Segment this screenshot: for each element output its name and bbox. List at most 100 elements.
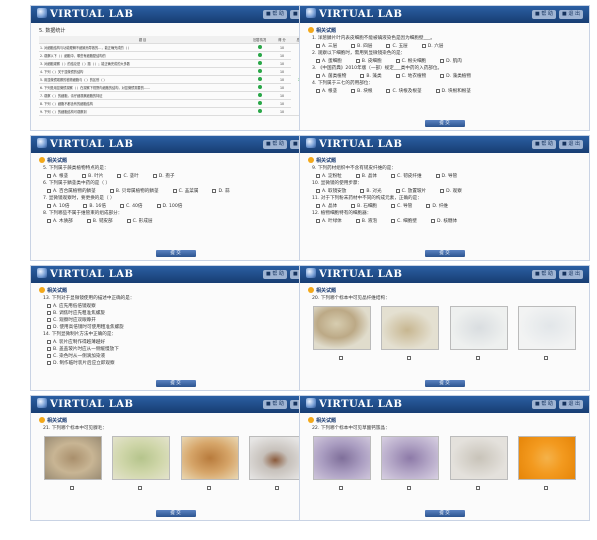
option[interactable]: A. 10倍 xyxy=(47,203,69,209)
option[interactable]: D. 观察 xyxy=(440,188,462,194)
checkbox[interactable] xyxy=(274,486,279,490)
checkbox[interactable] xyxy=(435,174,440,178)
option[interactable]: B. 16倍 xyxy=(83,203,106,209)
checkbox[interactable] xyxy=(426,204,431,208)
checkbox[interactable] xyxy=(172,189,177,193)
checkbox[interactable] xyxy=(355,174,360,178)
option[interactable]: D. 核糖体 xyxy=(430,218,457,224)
checkbox[interactable] xyxy=(360,74,365,78)
option[interactable]: C. 40倍 xyxy=(119,203,143,209)
option[interactable]: B. 块根 xyxy=(351,88,372,94)
checkbox[interactable] xyxy=(351,44,356,48)
checkbox[interactable] xyxy=(156,204,161,208)
exit-button[interactable]: ■ 退 出 xyxy=(559,400,583,409)
checkbox[interactable] xyxy=(47,361,51,365)
option[interactable]: D. 100倍 xyxy=(156,203,182,209)
option[interactable]: A. 菌类植物 xyxy=(316,73,346,79)
option[interactable]: A. 蛋细胞 xyxy=(316,58,342,64)
option[interactable]: D. 藻类植物 xyxy=(440,73,471,79)
option[interactable]: B. 藻类 xyxy=(360,73,382,79)
exit-button[interactable]: ■ 退 出 xyxy=(559,140,583,149)
option[interactable]: D. 块根和根茎 xyxy=(435,88,471,94)
option[interactable]: C. 观察时应双眼睁开 xyxy=(47,317,312,323)
checkbox[interactable] xyxy=(395,59,400,63)
option[interactable]: D. 导管 xyxy=(435,173,457,179)
checkbox[interactable] xyxy=(47,189,51,193)
checkbox[interactable] xyxy=(316,174,320,178)
checkbox[interactable] xyxy=(316,44,320,48)
submit-button[interactable]: 提 交 xyxy=(424,250,465,257)
checkbox[interactable] xyxy=(109,189,114,193)
checkbox[interactable] xyxy=(70,486,75,490)
checkbox[interactable] xyxy=(440,189,445,193)
checkbox[interactable] xyxy=(475,356,480,360)
checkbox[interactable] xyxy=(386,44,391,48)
checkbox[interactable] xyxy=(316,219,320,223)
checkbox[interactable] xyxy=(212,189,217,193)
checkbox[interactable] xyxy=(355,59,360,63)
checkbox[interactable] xyxy=(543,356,548,360)
checkbox[interactable] xyxy=(47,347,51,351)
option[interactable]: A. 百合属植物的鳞茎 xyxy=(47,188,96,194)
option[interactable]: B. 盖盖玻片时应从一侧缓慢放下 xyxy=(47,346,312,352)
help-button[interactable]: ■ 帮 助 xyxy=(532,270,556,279)
submit-button[interactable]: 提 交 xyxy=(424,380,465,387)
exit-button[interactable]: ■ 退 出 xyxy=(559,270,583,279)
option[interactable]: D. 使用高倍镜时可使用粗准焦螺旋 xyxy=(47,324,312,330)
option[interactable]: B. 调焦时应先粗准焦螺旋 xyxy=(47,310,312,316)
option[interactable]: B. 皮细胞 xyxy=(355,58,382,64)
checkbox[interactable] xyxy=(391,204,396,208)
option[interactable]: B. 对光 xyxy=(360,188,382,194)
help-button[interactable]: ■ 帮 助 xyxy=(263,400,287,409)
option[interactable]: A. 装片应制作得越薄越好 xyxy=(47,339,312,345)
checkbox[interactable] xyxy=(86,219,91,223)
checkbox[interactable] xyxy=(355,219,360,223)
option[interactable]: B. 液泡 xyxy=(355,218,377,224)
checkbox[interactable] xyxy=(421,44,426,48)
checkbox[interactable] xyxy=(391,219,396,223)
checkbox[interactable] xyxy=(119,204,124,208)
option[interactable]: A. 晶体 xyxy=(316,203,337,209)
checkbox[interactable] xyxy=(47,354,51,358)
option[interactable]: C. 块根及根茎 xyxy=(386,88,422,94)
option[interactable]: B. 贝母属植物的鳞茎 xyxy=(109,188,159,194)
checkbox[interactable] xyxy=(117,174,122,178)
checkbox[interactable] xyxy=(395,74,400,78)
option[interactable]: B. 晶体 xyxy=(355,173,377,179)
option[interactable]: D. 六层 xyxy=(421,43,443,49)
checkbox[interactable] xyxy=(126,219,131,223)
checkbox[interactable] xyxy=(386,89,391,93)
checkbox[interactable] xyxy=(47,325,51,329)
option[interactable]: D. 制作临时装片后应立即观察 xyxy=(47,360,312,366)
option[interactable]: C. 导管 xyxy=(391,203,412,209)
option[interactable]: C. 根尖细胞 xyxy=(395,58,426,64)
submit-button[interactable]: 提 交 xyxy=(155,250,196,257)
option[interactable]: C. 韭菜属 xyxy=(172,188,198,194)
checkbox[interactable] xyxy=(543,486,548,490)
checkbox[interactable] xyxy=(82,174,87,178)
checkbox[interactable] xyxy=(316,89,320,93)
option[interactable]: D. 纤维 xyxy=(426,203,448,209)
checkbox[interactable] xyxy=(47,340,51,344)
help-button[interactable]: ■ 帮 助 xyxy=(532,140,556,149)
checkbox[interactable] xyxy=(440,59,445,63)
checkbox[interactable] xyxy=(47,311,51,315)
option[interactable]: A. 应先用低倍镜观察 xyxy=(47,303,312,309)
submit-button[interactable]: 提 交 xyxy=(424,510,465,517)
checkbox[interactable] xyxy=(351,204,356,208)
checkbox[interactable] xyxy=(351,89,356,93)
option[interactable]: C. 染色时从一侧滴加染液 xyxy=(47,353,312,359)
checkbox[interactable] xyxy=(47,318,51,322)
option[interactable]: C. 茎叶 xyxy=(117,173,139,179)
exit-button[interactable]: ■ 退 出 xyxy=(559,10,583,19)
option[interactable]: A. 三层 xyxy=(316,43,337,49)
checkbox[interactable] xyxy=(407,356,412,360)
option[interactable]: A. 木质部 xyxy=(47,218,73,224)
checkbox[interactable] xyxy=(206,486,211,490)
checkbox[interactable] xyxy=(47,174,51,178)
option[interactable]: A. 取镜安放 xyxy=(316,188,346,194)
option[interactable]: A. 根茎 xyxy=(316,88,337,94)
checkbox[interactable] xyxy=(316,74,320,78)
option[interactable]: C. 细胞壁 xyxy=(391,218,417,224)
help-button[interactable]: ■ 帮 助 xyxy=(532,400,556,409)
